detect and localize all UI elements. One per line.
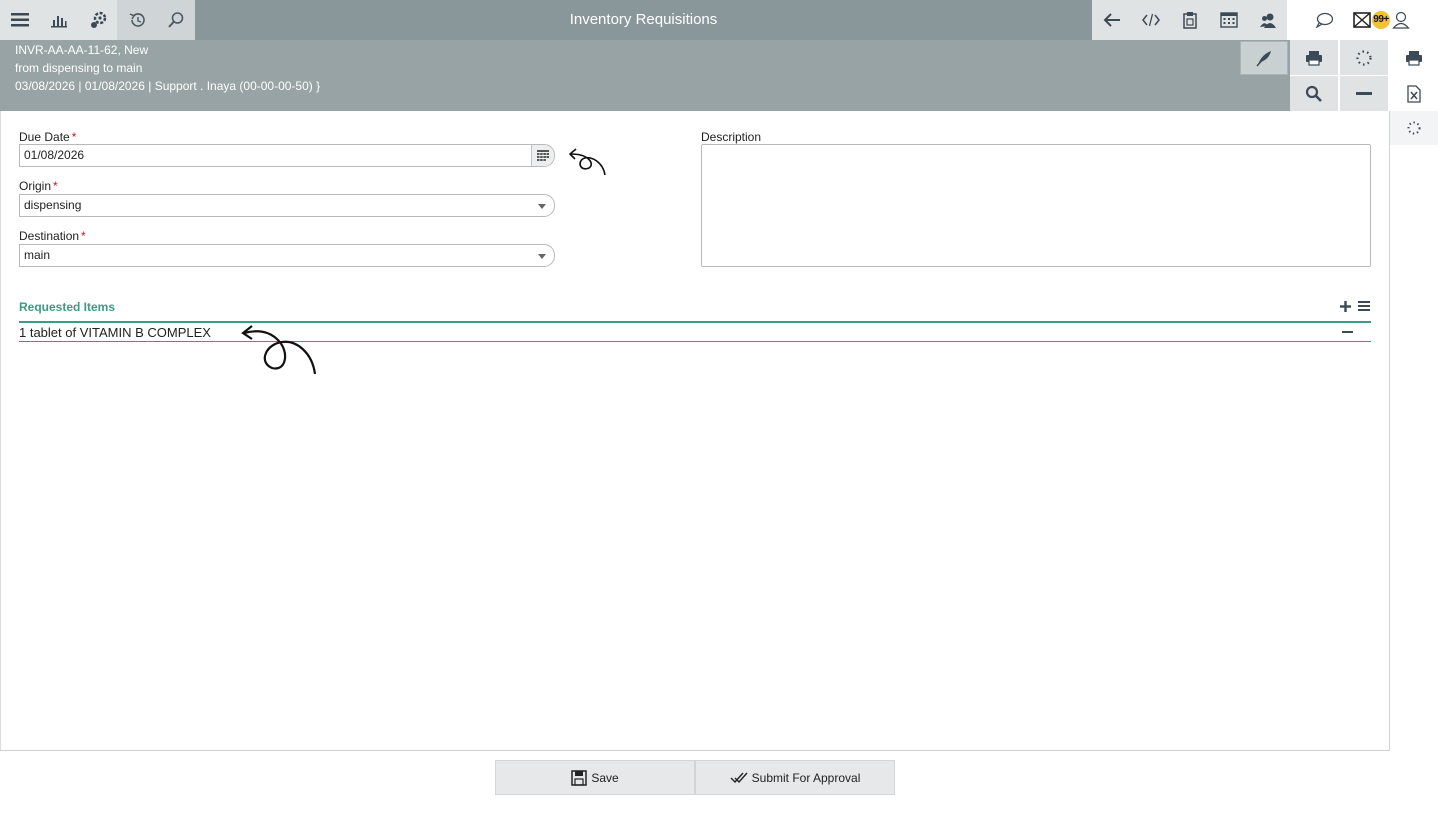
record-route: from dispensing to main [15,61,143,75]
divider [1389,111,1390,751]
required-marker: * [53,179,58,193]
search-icon[interactable] [156,0,195,40]
save-icon [571,769,588,786]
save-button[interactable]: Save [495,760,695,795]
print-icon[interactable] [1290,40,1338,75]
description-textarea[interactable] [701,144,1371,267]
chart-icon[interactable] [39,0,78,40]
action-bar: Save Submit For Approval [495,760,895,795]
required-marker: * [71,130,77,144]
user-area [1287,0,1440,40]
notifications-badge[interactable]: 99+ [1372,11,1390,29]
code-icon[interactable] [1131,0,1170,40]
excel-export-icon[interactable] [1390,76,1438,111]
app-title: Inventory Requisitions [569,11,718,28]
clipboard-icon[interactable] [1170,0,1209,40]
destination-select[interactable]: main [19,244,555,267]
list-item[interactable]: 1 tablet of VITAMIN B COMPLEX [19,325,211,340]
origin-value: dispensing [24,198,82,212]
submit-for-approval-button[interactable]: Submit For Approval [695,760,895,795]
annotation-arrow-icon [241,325,317,375]
minus-icon[interactable] [1340,76,1388,111]
feather-icon[interactable] [1240,41,1288,75]
toolbar-left [0,0,195,40]
double-check-icon [730,772,748,783]
origin-label: Origin * [19,179,58,193]
remove-item-icon[interactable] [1340,325,1354,339]
menu-icon[interactable] [0,0,39,40]
chat-icon[interactable] [1312,0,1336,40]
top-bar: Inventory Requisitions 99+ [0,0,1440,40]
chevron-down-icon [538,204,546,209]
print-icon-secondary[interactable] [1390,40,1438,75]
add-icon[interactable] [1338,299,1352,313]
chevron-down-icon [538,254,546,259]
record-meta: 03/08/2026 | 01/08/2026 | Support . Inay… [15,79,321,93]
annotation-arrow-icon [568,148,606,176]
section-divider [19,321,1371,323]
settings-icon[interactable] [78,0,117,40]
record-header: INVR-AA-AA-11-62, New from dispensing to… [0,40,1290,111]
due-date-field[interactable]: 01/08/2026 [19,144,555,167]
required-marker: * [81,229,86,243]
calendar-button[interactable] [531,145,554,166]
user-icon[interactable] [1390,0,1412,40]
description-label: Description [701,130,762,144]
loading-spinner-icon[interactable] [1340,40,1388,75]
mail-icon[interactable] [1351,0,1373,40]
zoom-icon[interactable] [1290,76,1338,111]
record-id: INVR-AA-AA-11-62, New [15,43,149,57]
users-icon[interactable] [1248,0,1287,40]
item-divider [19,341,1371,342]
back-arrow-icon[interactable] [1092,0,1131,40]
origin-select[interactable]: dispensing [19,194,555,217]
destination-value: main [24,248,51,262]
submit-label: Submit For Approval [751,770,861,785]
requested-items-title: Requested Items [19,300,116,314]
calendar-grid-icon[interactable] [1209,0,1248,40]
destination-label: Destination * [19,229,86,243]
refresh-spinner-icon[interactable] [1390,111,1438,145]
toolbar-right [1092,0,1287,40]
calendar-icon [537,150,549,161]
due-date-label: Due Date * [19,130,77,144]
due-date-value: 01/08/2026 [24,148,85,162]
save-label: Save [591,770,619,785]
history-icon[interactable] [117,0,156,40]
list-menu-icon[interactable] [1357,299,1371,313]
